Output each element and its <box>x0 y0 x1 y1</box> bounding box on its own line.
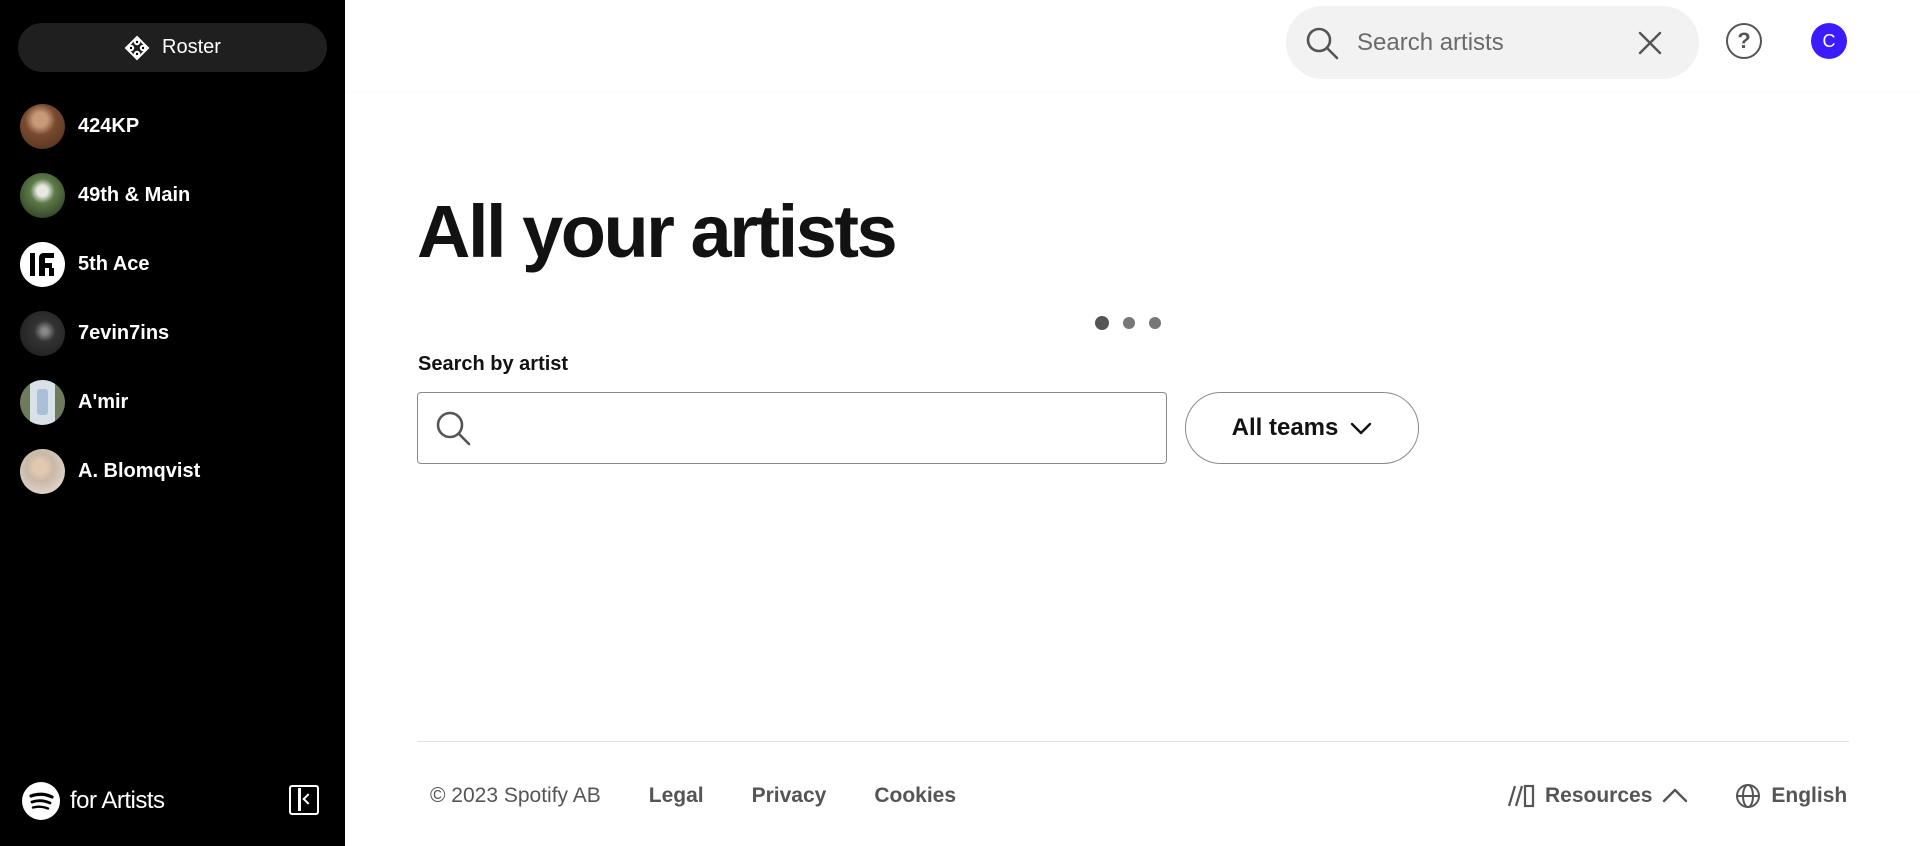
topbar: ? C <box>345 0 1920 90</box>
search-icon <box>1306 27 1339 59</box>
artist-name: 7evin7ins <box>78 322 170 344</box>
roster-icon <box>124 35 150 60</box>
globe-icon <box>1736 784 1761 808</box>
chevron-down-icon <box>1351 422 1372 435</box>
language-label: English <box>1771 784 1848 807</box>
loading-dot <box>1149 317 1161 329</box>
artist-search-bar[interactable] <box>1286 6 1699 79</box>
help-glyph: ? <box>1737 28 1751 53</box>
resources-label: Resources <box>1545 784 1653 807</box>
help-icon[interactable]: ? <box>1726 23 1762 59</box>
sidebar: Roster 424KP 49th & Main 5th Ace 7evin7i… <box>0 0 345 846</box>
resources-icon <box>1507 784 1535 808</box>
roster-label: Roster <box>162 36 221 58</box>
artist-avatar <box>20 242 65 287</box>
loading-dot <box>1123 317 1135 329</box>
artist-name: A. Blomqvist <box>78 460 201 482</box>
footer: © 2023 Spotify AB Legal Privacy Cookies <box>430 782 956 810</box>
loading-dot <box>1095 316 1109 330</box>
page-title: All your artists <box>417 190 898 273</box>
roster-button[interactable]: Roster <box>18 23 327 72</box>
user-avatar[interactable]: C <box>1811 23 1847 59</box>
teams-dropdown-label: All teams <box>1231 414 1339 441</box>
chevron-up-icon <box>1663 788 1688 803</box>
artist-avatar <box>20 104 65 149</box>
artist-avatar <box>20 380 65 425</box>
artist-list: 424KP 49th & Main 5th Ace 7evin7ins A'mi… <box>0 92 345 506</box>
sidebar-item-5th-ace[interactable]: 5th Ace <box>0 230 345 299</box>
search-by-artist-input[interactable] <box>480 393 1166 463</box>
sidebar-brand[interactable]: for Artists <box>22 782 165 820</box>
sidebar-item-7evin7ins[interactable]: 7evin7ins <box>0 299 345 368</box>
artist-avatar <box>20 449 65 494</box>
privacy-link[interactable]: Privacy <box>752 784 827 808</box>
search-by-artist-label: Search by artist <box>418 353 569 375</box>
legal-link[interactable]: Legal <box>649 784 704 808</box>
artist-name: 424KP <box>78 115 140 137</box>
artist-name: A'mir <box>78 391 129 413</box>
loading-indicator <box>1095 316 1161 330</box>
search-artists-input[interactable] <box>1357 28 1607 57</box>
cookies-link[interactable]: Cookies <box>874 784 956 808</box>
footer-right: Resources English <box>1507 782 1847 810</box>
brand-label: for Artists <box>70 787 165 814</box>
sidebar-item-a-blomqvist[interactable]: A. Blomqvist <box>0 437 345 506</box>
resources-menu[interactable]: Resources <box>1507 784 1688 808</box>
user-initial: C <box>1822 30 1836 51</box>
artist-search-field[interactable] <box>417 392 1167 464</box>
sidebar-item-424kp[interactable]: 424KP <box>0 92 345 161</box>
search-icon <box>436 411 471 446</box>
close-icon[interactable] <box>1637 30 1663 56</box>
copyright-text: © 2023 Spotify AB <box>430 784 601 807</box>
sidebar-item-49th-main[interactable]: 49th & Main <box>0 161 345 230</box>
teams-dropdown[interactable]: All teams <box>1185 392 1419 464</box>
artist-avatar <box>20 173 65 218</box>
artist-name: 49th & Main <box>78 184 191 206</box>
artist-logo-icon <box>30 253 54 276</box>
language-selector[interactable]: English <box>1735 783 1847 809</box>
artist-avatar <box>20 311 65 356</box>
spotify-logo-icon <box>22 782 60 820</box>
sidebar-item-amir[interactable]: A'mir <box>0 368 345 437</box>
collapse-sidebar-icon[interactable] <box>289 785 319 815</box>
artist-name: 5th Ace <box>78 253 150 275</box>
footer-divider <box>417 741 1849 742</box>
